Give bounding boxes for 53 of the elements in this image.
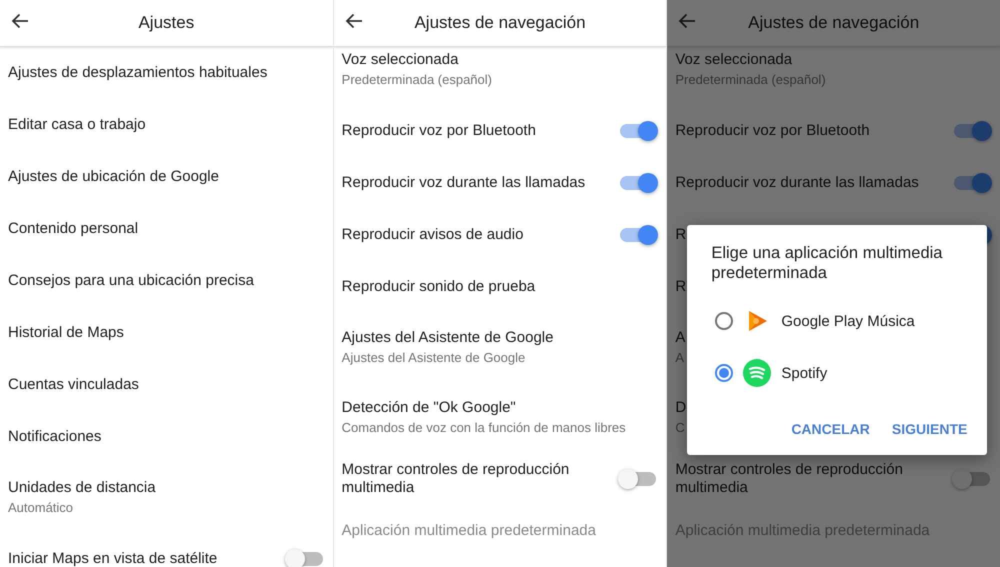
setting-value: Comandos de voz con la función de manos libres <box>342 419 626 437</box>
setting-label[interactable]: Reproducir voz por Bluetooth <box>342 122 536 140</box>
toggle-switch[interactable] <box>954 176 990 190</box>
dialog-button[interactable]: SIGUIENTE <box>884 413 976 445</box>
toggle-switch[interactable] <box>954 124 990 138</box>
toggle-switch[interactable] <box>620 228 656 242</box>
setting-label[interactable]: Iniciar Maps en vista de satélite <box>8 550 218 567</box>
setting-label[interactable]: Reproducir voz durante las llamadas <box>342 174 586 192</box>
radio-button[interactable] <box>715 312 734 330</box>
setting-label[interactable]: Ajustes de ubicación de Google <box>8 168 219 186</box>
setting-value: A <box>675 349 684 367</box>
screen-title: Ajustes de navegación <box>748 13 920 33</box>
back-arrow-icon[interactable] <box>344 12 363 30</box>
toggle-switch[interactable] <box>954 472 990 486</box>
setting-label[interactable]: R <box>675 226 686 244</box>
setting-value: Automático <box>8 499 74 517</box>
dialog-button[interactable]: CANCELAR <box>783 413 878 445</box>
setting-value: C <box>675 419 685 437</box>
setting-label[interactable]: Consejos para una ubicación precisa <box>8 272 254 290</box>
setting-value: Ajustes del Asistente de Google <box>342 349 526 367</box>
setting-label[interactable]: Detección de "Ok Google" <box>342 399 516 417</box>
dialog-title: Elige una aplicación multimedia predeterminada <box>710 243 944 283</box>
toggle-switch[interactable] <box>620 176 656 190</box>
setting-label[interactable]: Mostrar controles de reproducción multimedia <box>342 461 608 497</box>
setting-label[interactable]: Voz seleccionada <box>342 51 458 69</box>
option-label[interactable]: Spotify <box>781 364 828 382</box>
setting-label[interactable]: Historial de Maps <box>8 324 124 342</box>
toggle-switch[interactable] <box>620 472 656 486</box>
option-label[interactable]: Google Play Música <box>781 312 915 330</box>
setting-label[interactable]: A <box>675 329 686 347</box>
setting-label[interactable]: Ajustes de desplazamientos habituales <box>8 64 268 82</box>
setting-label[interactable]: Voz seleccionada <box>675 51 792 69</box>
back-arrow-icon[interactable] <box>11 12 29 30</box>
screen-title: Ajustes de navegación <box>414 13 586 33</box>
setting-label[interactable]: Contenido personal <box>8 220 138 238</box>
setting-label[interactable]: Reproducir sonido de prueba <box>342 278 536 296</box>
setting-label[interactable]: Reproducir avisos de audio <box>342 226 524 244</box>
sound-waves-icon <box>743 359 772 387</box>
toggle-switch[interactable] <box>286 552 323 566</box>
setting-label[interactable]: D <box>675 399 686 417</box>
radio-button[interactable] <box>715 364 734 382</box>
setting-label[interactable]: Unidades de distancia <box>8 479 156 497</box>
setting-label[interactable]: Reproducir voz por Bluetooth <box>675 122 870 140</box>
setting-label[interactable]: Ajustes del Asistente de Google <box>342 329 554 347</box>
setting-label[interactable]: Mostrar controles de reproducción multimedia <box>675 461 942 497</box>
setting-label[interactable]: Cuentas vinculadas <box>8 376 139 394</box>
setting-label[interactable]: Editar casa o trabajo <box>8 116 146 134</box>
setting-label[interactable]: Notificaciones <box>8 428 102 446</box>
toggle-switch[interactable] <box>620 124 656 138</box>
screen-title: Ajustes <box>138 13 194 33</box>
setting-value: Predeterminada (español) <box>342 71 492 89</box>
setting-value: Predeterminada (español) <box>675 71 826 89</box>
setting-label[interactable]: Reproducir voz durante las llamadas <box>675 174 919 192</box>
